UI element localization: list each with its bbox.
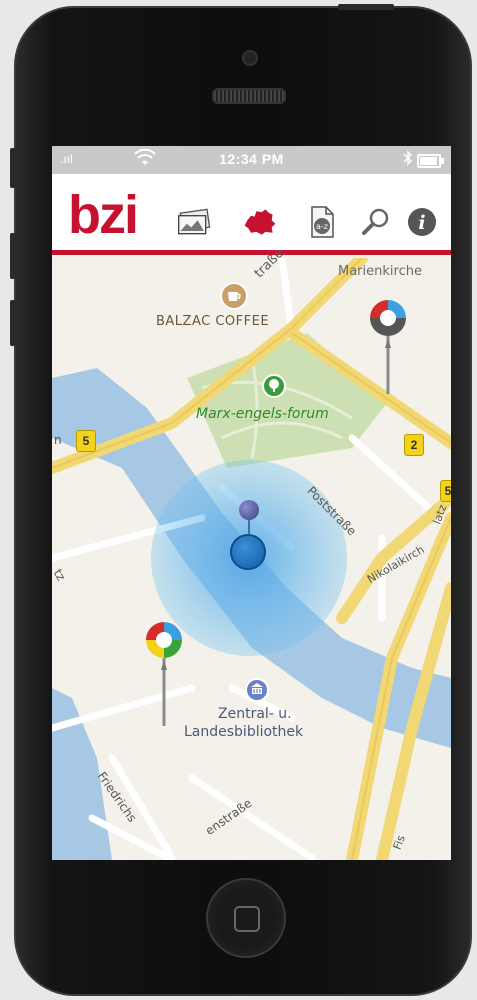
park-icon[interactable] [262,374,286,403]
status-bar: .ııl 12:34 PM [52,146,451,174]
app-header: bzi a-z i [52,174,451,255]
location-pin-line [248,520,250,534]
poi-label-marienkirche: Marienkirche [338,264,422,279]
front-camera [242,50,258,66]
poi-label-balzac: BALZAC COFFEE [156,314,270,329]
map-view[interactable]: traße Marienkirche Poststraße Nikolaikir… [52,246,451,860]
a-z-index-icon[interactable]: a-z [304,204,340,240]
current-location-dot [230,534,266,570]
power-button [338,4,394,10]
route-shield: 2 [404,434,424,456]
volume-up-button [10,233,16,279]
map-pin-multicolor[interactable] [142,620,186,735]
route-shield: 5 [440,480,451,502]
poi-label-library: Landesbibliothek [184,724,304,740]
home-button[interactable] [206,878,286,958]
earpiece-speaker [212,88,286,104]
library-icon[interactable] [245,678,269,707]
svg-text:i: i [418,212,425,234]
clock: 12:34 PM [219,151,284,167]
mute-switch [10,148,16,188]
poi-label-marx-engels: Marx-engels-forum [196,406,329,422]
map-pin-red-blue[interactable] [366,298,410,403]
home-button-square [234,906,260,932]
app-logo: bzi [68,185,139,245]
bluetooth-icon [403,150,413,169]
volume-down-button [10,300,16,346]
street-label-fragment: n [54,433,62,447]
header-divider [52,250,451,255]
route-shield: 5 [76,430,96,452]
berlin-map-icon[interactable] [242,204,278,240]
poi-label-library: Zentral- u. [218,706,292,722]
coffee-icon[interactable] [220,282,248,315]
search-icon[interactable] [358,204,394,240]
battery-icon [417,154,444,168]
info-icon[interactable]: i [404,204,440,240]
location-pin-head [239,500,259,520]
screen: .ııl 12:34 PM bzi a-z i traße Marienkirc… [52,146,451,860]
battery-level [420,157,437,165]
photos-icon[interactable] [176,204,212,240]
svg-text:a-z: a-z [316,222,328,231]
